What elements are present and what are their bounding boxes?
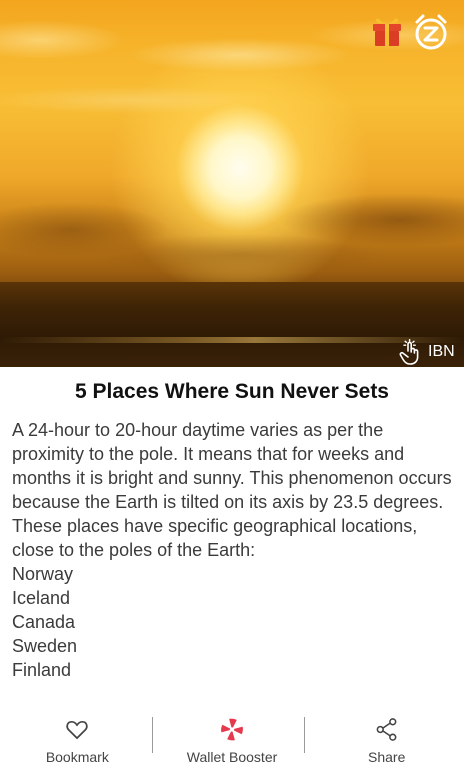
list-item: Canada [12, 612, 76, 632]
share-button[interactable]: Share [309, 705, 464, 765]
list-item: Sweden [12, 636, 78, 656]
horizon-clouds [0, 170, 464, 280]
article-body: A 24-hour to 20-hour daytime varies as p… [12, 418, 458, 682]
places-list: Norway Iceland Canada Sweden Finland [12, 562, 458, 682]
tap-icon [399, 339, 419, 365]
share-icon [376, 718, 397, 741]
list-item: Iceland [12, 588, 71, 608]
sea-glare [0, 337, 464, 343]
article-paragraph: A 24-hour to 20-hour daytime varies as p… [12, 420, 452, 560]
alarm-snooze-icon [415, 14, 447, 50]
gift-icon [373, 18, 401, 46]
list-item: Norway [12, 564, 74, 584]
bookmark-button[interactable]: Bookmark [0, 705, 155, 765]
divider [304, 717, 305, 753]
bookmark-label: Bookmark [45, 749, 109, 765]
source-attribution[interactable]: IBN [398, 338, 455, 366]
gift-button[interactable] [370, 14, 404, 48]
heart-icon [66, 720, 88, 740]
hero-image[interactable]: IBN [0, 0, 464, 367]
wallet-booster-button[interactable]: Wallet Booster [155, 705, 310, 765]
share-label: Share [368, 749, 406, 765]
pinwheel-icon [221, 718, 243, 741]
article-screen: IBN 5 Places Where Sun Never Sets A 24-h… [0, 0, 464, 765]
wallet-booster-label: Wallet Booster [186, 749, 278, 765]
snooze-button[interactable] [412, 13, 450, 51]
sea [0, 282, 464, 367]
list-item: Finland [12, 660, 72, 680]
bottom-action-bar: Bookmark Wallet Booster Share [0, 705, 464, 765]
divider [152, 717, 153, 753]
article-title: 5 Places Where Sun Never Sets [75, 380, 389, 403]
source-label: IBN [428, 343, 455, 360]
